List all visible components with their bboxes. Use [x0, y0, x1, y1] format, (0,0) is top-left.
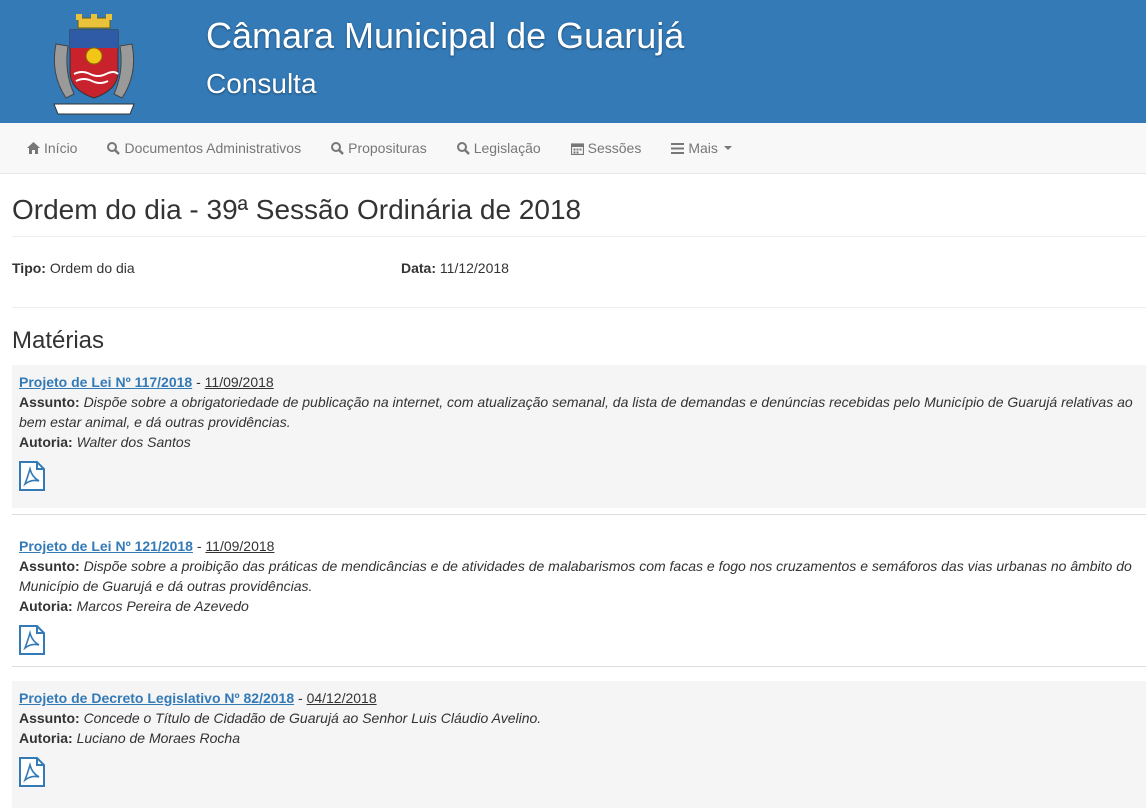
meta-data-label: Data: — [401, 260, 437, 276]
nav-proposituras-label: Proposituras — [348, 140, 427, 156]
meta-tipo-value: Ordem do dia — [49, 260, 135, 276]
assunto-label: Assunto: — [19, 558, 80, 574]
calendar-icon — [570, 142, 584, 155]
page-title: Ordem do dia - 39ª Sessão Ordinária de 2… — [12, 194, 582, 225]
meta-tipo-label: Tipo: — [12, 260, 46, 276]
city-coat-of-arms-logo[interactable] — [48, 14, 140, 118]
nav-legislacao[interactable]: Legislação — [442, 123, 556, 173]
search-icon — [331, 141, 344, 155]
site-title: Câmara Municipal de Guarujá — [206, 15, 685, 56]
nav-mais-label: Mais — [688, 140, 718, 156]
nav-sessoes-label: Sessões — [587, 140, 642, 156]
search-icon — [456, 141, 470, 155]
pdf-icon[interactable] — [19, 625, 45, 655]
materia-separator: - — [192, 538, 206, 554]
materia-link[interactable]: Projeto de Lei Nº 117/2018 — [19, 374, 192, 390]
main-content: Ordem do dia - 39ª Sessão Ordinária de 2… — [0, 174, 1146, 808]
autoria-label: Autoria: — [19, 730, 73, 746]
materia-autoria: Autoria: Walter dos Santos — [19, 432, 1146, 452]
materias-heading: Matérias — [12, 327, 105, 354]
materia-heading: Projeto de Lei Nº 117/2018 - 11/09/2018 — [19, 372, 1146, 392]
session-meta: Tipo: Ordem do dia Data: 11/12/2018 — [12, 237, 1146, 307]
meta-data-value: 11/12/2018 — [439, 260, 509, 276]
assunto-label: Assunto: — [19, 710, 80, 726]
materia-date[interactable]: 11/09/2018 — [205, 538, 274, 554]
materia-autoria: Autoria: Marcos Pereira de Azevedo — [19, 596, 1146, 616]
materia-link[interactable]: Projeto de Lei Nº 121/2018 — [19, 538, 193, 554]
nav-documentos-administrativos[interactable]: Documentos Administrativos — [92, 123, 316, 173]
nav-inicio-label: Início — [44, 140, 78, 156]
search-icon — [107, 141, 121, 155]
materia-autoria: Autoria: Luciano de Moraes Rocha — [19, 728, 1146, 748]
materia-separator: - — [294, 690, 307, 706]
meta-data: Data: 11/12/2018 — [401, 260, 509, 276]
pdf-icon[interactable] — [19, 757, 45, 787]
materia-separator: - — [192, 374, 205, 390]
materia-item: Projeto de Lei Nº 117/2018 - 11/09/2018 … — [12, 365, 1146, 508]
nav-proposituras[interactable]: Proposituras — [316, 123, 442, 173]
materia-heading: Projeto de Decreto Legislativo Nº 82/201… — [19, 688, 1146, 708]
assunto-text: Concede o Título de Cidadão de Guarujá a… — [83, 710, 542, 726]
autoria-text: Luciano de Moraes Rocha — [76, 730, 240, 746]
materia-date[interactable]: 04/12/2018 — [307, 690, 377, 706]
item-divider — [12, 666, 1146, 681]
materia-assunto: Assunto: Dispõe sobre a obrigatoriedade … — [19, 392, 1146, 432]
chevron-down-icon — [723, 146, 732, 150]
item-divider — [12, 514, 1146, 529]
nav-mais-dropdown[interactable]: Mais — [656, 123, 747, 173]
assunto-text: Dispõe sobre a proibição das práticas de… — [19, 558, 1132, 594]
assunto-text: Dispõe sobre a obrigatoriedade de public… — [19, 394, 1133, 430]
pdf-icon[interactable] — [19, 461, 45, 491]
autoria-label: Autoria: — [19, 598, 73, 614]
materia-date[interactable]: 11/09/2018 — [205, 374, 274, 390]
main-navbar: Início Documentos Administrativos Propos… — [0, 123, 1146, 174]
meta-tipo: Tipo: Ordem do dia — [12, 260, 135, 276]
nav-sessoes[interactable]: Sessões — [556, 123, 657, 173]
materia-item: Projeto de Decreto Legislativo Nº 82/201… — [12, 681, 1146, 808]
materia-item: Projeto de Lei Nº 121/2018 - 11/09/2018 … — [12, 529, 1146, 666]
nav-legislacao-label: Legislação — [473, 140, 541, 156]
materia-heading: Projeto de Lei Nº 121/2018 - 11/09/2018 — [19, 536, 1146, 556]
site-header: Câmara Municipal de Guarujá Consulta — [0, 0, 1146, 123]
materia-assunto: Assunto: Concede o Título de Cidadão de … — [19, 708, 1146, 728]
home-icon — [27, 142, 40, 154]
nav-documentos-label: Documentos Administrativos — [124, 140, 302, 156]
materia-link[interactable]: Projeto de Decreto Legislativo Nº 82/201… — [19, 690, 294, 706]
nav-inicio[interactable]: Início — [12, 123, 92, 173]
materia-assunto: Assunto: Dispõe sobre a proibição das pr… — [19, 556, 1146, 596]
assunto-label: Assunto: — [19, 394, 80, 410]
autoria-text: Marcos Pereira de Azevedo — [76, 598, 249, 614]
menu-icon — [671, 142, 685, 154]
autoria-label: Autoria: — [19, 434, 73, 450]
autoria-text: Walter dos Santos — [76, 434, 191, 450]
site-subtitle: Consulta — [206, 68, 317, 99]
